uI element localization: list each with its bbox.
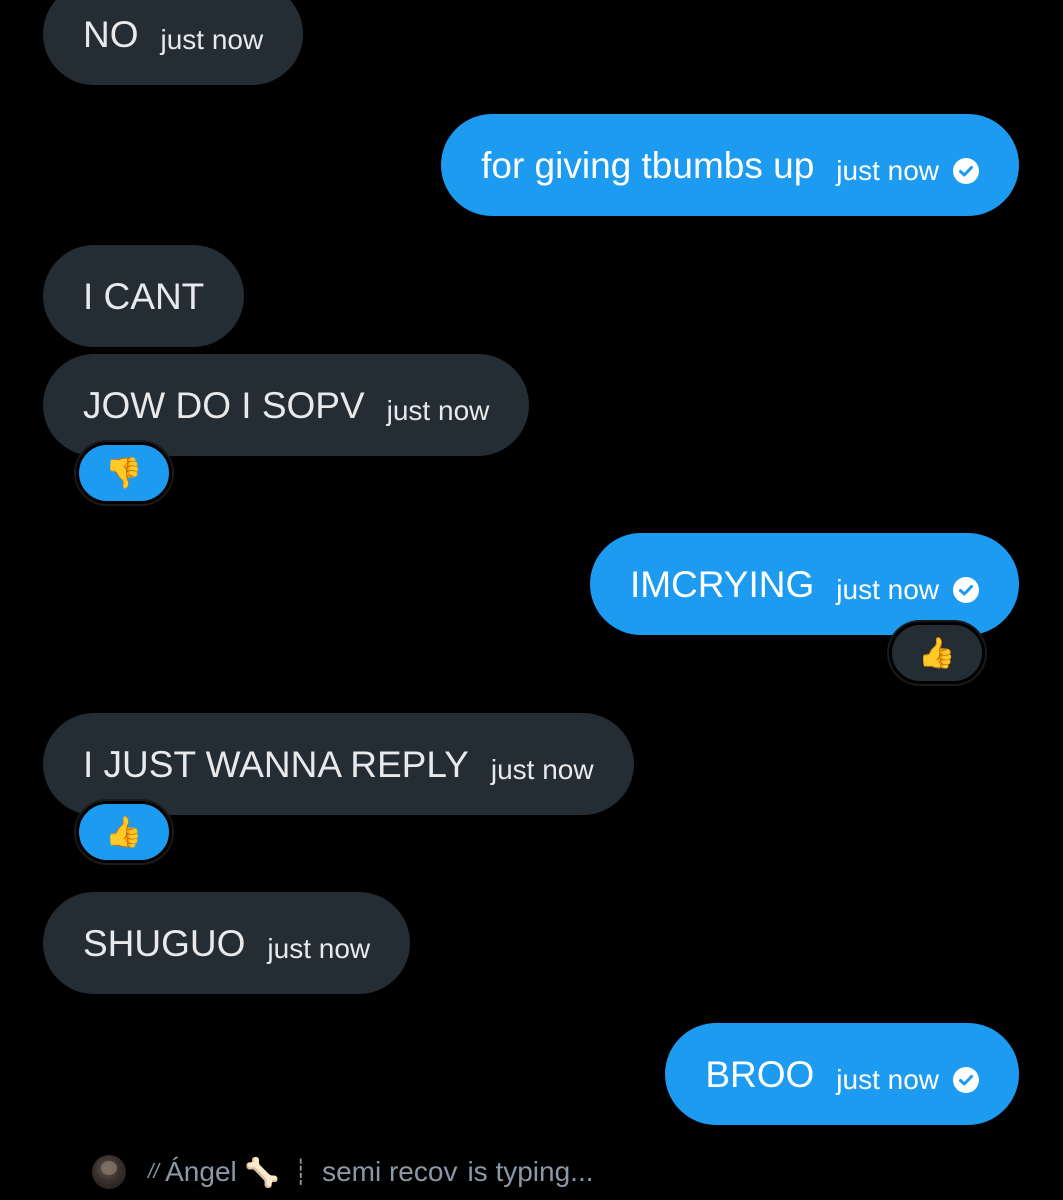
typing-user-name: Ángel bbox=[165, 1156, 237, 1187]
message-text: SHUGUO bbox=[83, 922, 246, 964]
message-timestamp: just now bbox=[836, 155, 939, 186]
message-bubble-incoming[interactable]: I CANT bbox=[43, 245, 245, 347]
message-bubble-outgoing[interactable]: BROO just now bbox=[665, 1023, 1019, 1125]
message-text: IMCRYING bbox=[629, 563, 815, 605]
reaction-thumbs-down[interactable]: 👎 bbox=[76, 442, 172, 504]
message-bubble-incoming[interactable]: JOW DO I SOPV just now bbox=[43, 354, 530, 456]
typing-user-name-suffix: semi recov bbox=[322, 1156, 458, 1187]
message-bubble-outgoing[interactable]: for giving tbumbs up just now bbox=[441, 114, 1019, 216]
typing-name-prefix: // bbox=[148, 1160, 160, 1183]
check-circle-icon bbox=[953, 158, 979, 184]
message-bubble-incoming[interactable]: NO just now bbox=[43, 0, 304, 85]
message-timestamp: just now bbox=[836, 574, 939, 605]
message-timestamp: just now bbox=[386, 395, 490, 426]
message-timestamp: just now bbox=[160, 24, 264, 55]
message-text: for giving tbumbs up bbox=[481, 144, 815, 186]
conversation-thread: NO just now for giving tbumbs up just no… bbox=[0, 0, 1063, 1200]
message-timestamp: just now bbox=[490, 754, 594, 785]
thumbs-down-icon: 👎 bbox=[105, 456, 143, 490]
thumbs-up-icon: 👍 bbox=[918, 636, 956, 670]
message-bubble-incoming[interactable]: SHUGUO just now bbox=[43, 892, 411, 994]
message-text: I CANT bbox=[83, 275, 205, 317]
message-timestamp: just now bbox=[836, 1064, 939, 1095]
avatar[interactable] bbox=[92, 1155, 126, 1189]
name-separator: ┊ bbox=[293, 1158, 309, 1186]
typing-indicator: // Ángel 🦴 ┊ semi recov is typing... bbox=[92, 1150, 594, 1194]
reaction-thumbs-up[interactable]: 👍 bbox=[889, 622, 985, 684]
reaction-thumbs-up[interactable]: 👍 bbox=[76, 801, 172, 863]
message-text: NO bbox=[83, 13, 139, 55]
message-bubble-incoming[interactable]: I JUST WANNA REPLY just now bbox=[43, 713, 634, 815]
typing-status: is typing... bbox=[467, 1156, 594, 1187]
message-timestamp: just now bbox=[267, 933, 371, 964]
thumbs-up-icon: 👍 bbox=[105, 815, 143, 849]
message-text: I JUST WANNA REPLY bbox=[83, 743, 469, 785]
message-bubble-outgoing[interactable]: IMCRYING just now bbox=[589, 533, 1019, 635]
bone-icon: 🦴 bbox=[244, 1156, 280, 1188]
check-circle-icon bbox=[953, 1067, 979, 1093]
message-text: JOW DO I SOPV bbox=[83, 384, 365, 426]
check-circle-icon bbox=[953, 577, 979, 603]
message-text: BROO bbox=[705, 1053, 815, 1095]
